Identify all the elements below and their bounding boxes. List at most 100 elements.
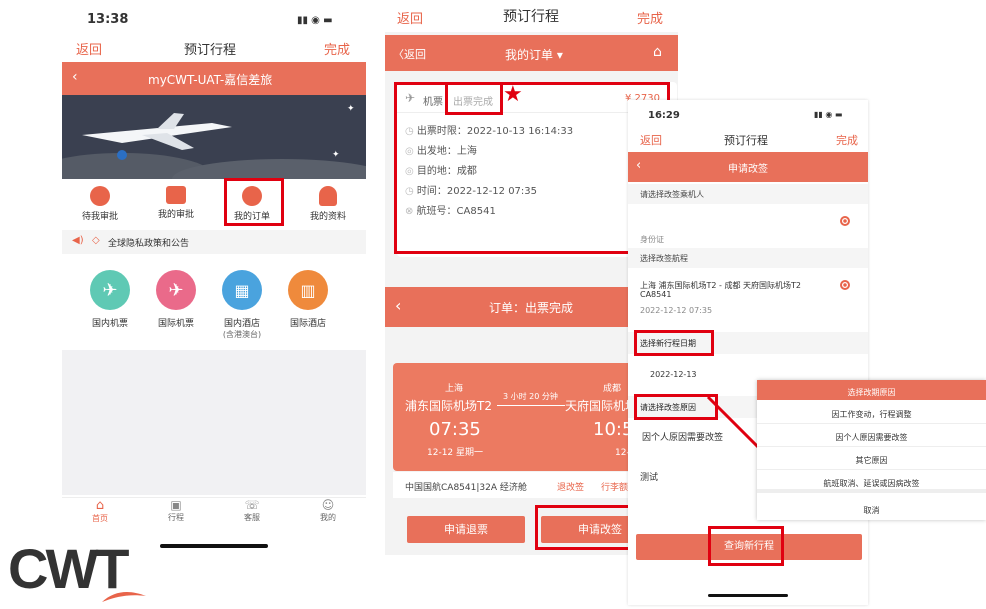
tab-service[interactable]: ☏ 客服 <box>214 498 290 531</box>
section-passenger: 请选择改签乘机人 <box>628 184 868 204</box>
option-label: 因个人原因需要改签 <box>835 433 908 442</box>
quick-menu-my-approval[interactable]: 我的审批 <box>138 181 214 229</box>
home-indicator <box>160 544 268 548</box>
service-international-hotel[interactable]: ▥ 国际酒店 <box>278 270 338 329</box>
cancel-option[interactable]: 取消 <box>757 498 986 520</box>
order-detail-row: ◎ 出发地：上海 <box>405 142 477 157</box>
content-area <box>62 350 366 495</box>
to-city: 成都 <box>603 384 622 394</box>
baggage-link[interactable]: 行李额 <box>601 480 628 493</box>
quick-menu: 待我审批 我的审批 我的订单 我的资料 <box>62 181 366 229</box>
departure-time: 07:35 <box>429 419 481 440</box>
reason-option[interactable]: 因工作变动，行程调整 <box>757 402 986 424</box>
detail-text: 出发地：上海 <box>416 146 477 157</box>
tab-mine[interactable]: ☺ 我的 <box>290 498 366 531</box>
detail-text: 时间：2022-12-12 07:35 <box>416 186 538 197</box>
app-header-bar: ‹ myCWT-UAT-嘉信差旅 <box>62 62 366 95</box>
location-icon: ◎ <box>405 166 417 177</box>
quick-menu-label: 我的资料 <box>309 212 346 222</box>
page-title: 预订行程 <box>724 134 768 147</box>
app-title: myCWT-UAT-嘉信差旅 <box>148 73 273 87</box>
section-new-date: 选择新行程日期 <box>628 332 868 354</box>
detail-text: 目的地：成都 <box>416 166 477 177</box>
diamond-icon: ◇ <box>92 235 100 246</box>
tab-home[interactable]: ⌂ 首页 <box>62 498 138 531</box>
tab-bar: ⌂ 首页 ▣ 行程 ☏ 客服 ☺ 我的 <box>62 497 366 531</box>
home-icon[interactable]: ⌂ <box>653 44 662 60</box>
trip-icon: ▣ <box>170 498 182 512</box>
chevron-left-icon[interactable]: ‹ <box>395 296 401 315</box>
done-link[interactable]: 完成 <box>637 8 663 27</box>
remark-label: 测试 <box>640 473 659 483</box>
svg-text:✦: ✦ <box>347 104 355 114</box>
reason-option[interactable]: 其它原因 <box>757 448 986 470</box>
status-icons: ▮▮ ◉ ▬ <box>814 110 843 119</box>
id-type-label: 身份证 <box>640 235 664 244</box>
user-profile-icon <box>319 186 337 206</box>
speaker-icon: ◀) <box>72 235 84 246</box>
flight-radio[interactable] <box>840 280 850 290</box>
query-button[interactable]: 查询新行程 <box>636 534 862 560</box>
reason-option[interactable]: 航班取消、延误或因病改签 <box>757 471 986 493</box>
section-label: 选择改签航程 <box>640 254 688 263</box>
top-nav: 返回 预订行程 完成 <box>385 0 678 32</box>
service-domestic-flight[interactable]: ✈ 国内机票 <box>80 270 140 329</box>
quick-menu-pending-approval[interactable]: 待我审批 <box>62 181 138 229</box>
service-label: 国际酒店 <box>289 319 326 329</box>
option-label: 其它原因 <box>855 456 888 465</box>
orders-dropdown[interactable]: 我的订单 ▾ <box>505 46 563 63</box>
quick-menu-label: 我的订单 <box>233 212 270 222</box>
calendar-check-icon <box>166 186 186 204</box>
reason-option[interactable]: 因个人原因需要改签 <box>757 425 986 447</box>
bar-back-link[interactable]: 〈返回 <box>393 46 426 62</box>
duration-arrow <box>497 405 565 406</box>
back-link[interactable]: 返回 <box>397 8 423 27</box>
from-city: 上海 <box>445 384 464 394</box>
notice-bar[interactable]: ◀) ◇ 全球隐私政策和公告 <box>62 230 366 254</box>
status-time: 16:29 <box>648 110 680 121</box>
flight-number: CA8541 <box>640 290 672 299</box>
flight-date: 2022-12-12 07:35 <box>640 306 713 315</box>
page-title: 预订行程 <box>503 9 559 25</box>
chevron-left-icon[interactable]: ‹ <box>72 69 78 85</box>
order-status: 出票完成 <box>453 97 493 108</box>
option-label: 因工作变动，行程调整 <box>831 410 912 419</box>
orders-header-bar: 〈返回 我的订单 ▾ ⌂ <box>385 35 678 71</box>
service-label: 国内酒店 <box>223 319 260 329</box>
passenger-radio[interactable] <box>840 216 850 226</box>
quick-menu-my-profile[interactable]: 我的资料 <box>290 181 366 229</box>
tab-label: 行程 <box>168 513 184 522</box>
refund-button[interactable]: 申请退票 <box>407 516 525 543</box>
tab-label: 我的 <box>320 513 336 522</box>
new-date-value[interactable]: 2022-12-13 <box>650 370 697 379</box>
back-link[interactable]: 返回 <box>76 39 102 58</box>
home-icon: ⌂ <box>95 498 105 513</box>
service-grid: ✈ 国内机票 ✈ 国际机票 ▦ 国内酒店 (含港澳台) ▥ 国际酒店 <box>62 270 366 340</box>
service-label: 国际机票 <box>157 319 194 329</box>
section-label: 选择新行程日期 <box>640 339 696 348</box>
chevron-left-icon[interactable]: ‹ <box>636 158 641 173</box>
section-label: 请选择改签原因 <box>640 403 696 412</box>
done-link[interactable]: 完成 <box>836 132 858 148</box>
star-icon: ★ <box>503 82 523 107</box>
service-domestic-hotel[interactable]: ▦ 国内酒店 (含港澳台) <box>212 270 272 340</box>
section-flight: 选择改签航程 <box>628 248 868 268</box>
order-detail-row: ◷ 时间：2022-12-12 07:35 <box>405 182 537 197</box>
person-icon: ☺ <box>321 498 335 512</box>
tab-trip[interactable]: ▣ 行程 <box>138 498 214 531</box>
status-icons: ▮▮ ◉ ▬ <box>297 15 333 26</box>
button-label: 查询新行程 <box>724 541 774 552</box>
detail-title: 订单：出票完成 <box>489 301 574 315</box>
service-international-flight[interactable]: ✈ 国际机票 <box>146 270 206 329</box>
quick-menu-my-orders[interactable]: 我的订单 <box>214 181 290 229</box>
svg-text:✦: ✦ <box>332 150 340 160</box>
rebook-link[interactable]: 退改签 <box>557 480 584 493</box>
phone-screen-change: 16:29 ▮▮ ◉ ▬ 返回 预订行程 完成 ‹ 申请改签 请选择改签乘机人 … <box>628 100 868 605</box>
phone-screen-home: 13:38 ▮▮ ◉ ▬ 返回 预订行程 完成 ‹ myCWT-UAT-嘉信差旅… <box>62 0 366 555</box>
status-time: 13:38 <box>87 12 129 27</box>
order-list-icon <box>242 186 262 206</box>
international-flight-icon: ✈ <box>156 270 196 310</box>
notice-text: 全球隐私政策和公告 <box>108 239 190 249</box>
done-link[interactable]: 完成 <box>324 39 350 58</box>
back-link[interactable]: 返回 <box>640 132 662 148</box>
